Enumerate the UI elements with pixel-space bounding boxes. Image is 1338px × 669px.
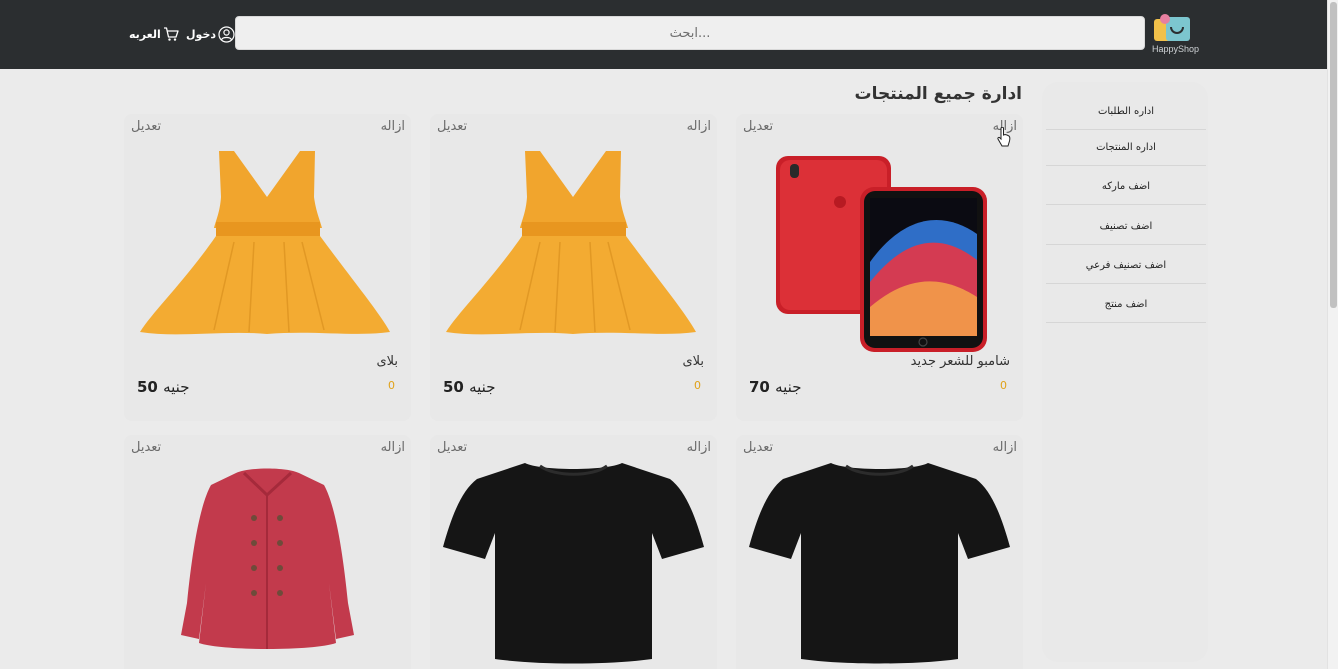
price-value: 70 [749, 378, 770, 396]
login-button[interactable]: دخول [186, 24, 235, 44]
price-currency: جنيه [469, 378, 496, 396]
product-rating: 0 [388, 379, 395, 392]
remove-button[interactable]: ازاله [687, 119, 711, 134]
sidebar-item-add-brand[interactable]: اضف ماركه [1046, 169, 1206, 205]
red-phone-image [776, 156, 987, 352]
price-value: 50 [443, 378, 464, 396]
sidebar-item-add-category[interactable]: اضف تصنيف [1046, 209, 1206, 245]
product-card: ازاله تعديل [124, 435, 411, 669]
remove-button[interactable]: ازاله [687, 440, 711, 455]
admin-sidebar: اداره الطلبات اداره المنتجات اضف ماركه ا… [1042, 82, 1208, 662]
edit-button[interactable]: تعديل [131, 119, 161, 134]
edit-button[interactable]: تعديل [131, 440, 161, 455]
product-price: جنيه 50 [443, 378, 495, 396]
edit-button[interactable]: تعديل [437, 440, 467, 455]
product-rating: 0 [694, 379, 701, 392]
sidebar-item-manage-orders[interactable]: اداره الطلبات [1046, 94, 1206, 130]
sidebar-item-add-product[interactable]: اضف منتج [1046, 287, 1206, 323]
hand-cursor-icon [997, 127, 1011, 147]
logo-text: HappyShop [1152, 44, 1200, 54]
sidebar-item-add-subcategory[interactable]: اضف تصنيف فرعي [1046, 248, 1206, 284]
login-label: دخول [186, 27, 217, 41]
top-header: HappyShop دخول العربه [0, 0, 1338, 69]
black-tshirt-image [749, 463, 1010, 664]
product-name: شامبو للشعر جديد [910, 354, 1010, 369]
sidebar-item-manage-products[interactable]: اداره المنتجات [1046, 130, 1206, 166]
product-card: ازاله تعديل [736, 435, 1023, 669]
yellow-dress-image [446, 151, 696, 335]
happyshop-logo[interactable]: HappyShop [1150, 11, 1200, 55]
product-card: ازاله تعديل شامبو للشعر جديد 0 جنيه 70 [736, 114, 1023, 421]
page-scrollbar[interactable] [1327, 0, 1338, 669]
red-coat-image [181, 468, 354, 649]
remove-button[interactable]: ازاله [993, 440, 1017, 455]
edit-button[interactable]: تعديل [743, 440, 773, 455]
price-value: 50 [137, 378, 158, 396]
price-currency: جنيه [775, 378, 802, 396]
product-price: جنيه 70 [749, 378, 801, 396]
black-tshirt-image [443, 463, 704, 664]
product-name: بلاى [376, 354, 398, 369]
scrollbar-thumb[interactable] [1330, 2, 1337, 308]
logo-bag-pink [1160, 14, 1170, 24]
price-currency: جنيه [163, 378, 190, 396]
page-title: ادارة جميع المنتجات [854, 84, 1022, 104]
cart-icon [163, 27, 179, 41]
product-name: بلاى [682, 354, 704, 369]
remove-button[interactable]: ازاله [381, 440, 405, 455]
edit-button[interactable]: تعديل [437, 119, 467, 134]
yellow-dress-image [140, 151, 390, 335]
edit-button[interactable]: تعديل [743, 119, 773, 134]
product-card: ازاله تعديل بلاى 0 جنيه 50 [430, 114, 717, 421]
cart-label: العربه [129, 27, 161, 41]
remove-button[interactable]: ازاله [381, 119, 405, 134]
user-icon [218, 25, 235, 43]
product-rating: 0 [1000, 379, 1007, 392]
product-price: جنيه 50 [137, 378, 189, 396]
search-input[interactable] [235, 16, 1145, 50]
product-card: ازاله تعديل بلاى 0 جنيه 50 [124, 114, 411, 421]
product-card: ازاله تعديل [430, 435, 717, 669]
cart-button[interactable]: العربه [129, 24, 179, 44]
